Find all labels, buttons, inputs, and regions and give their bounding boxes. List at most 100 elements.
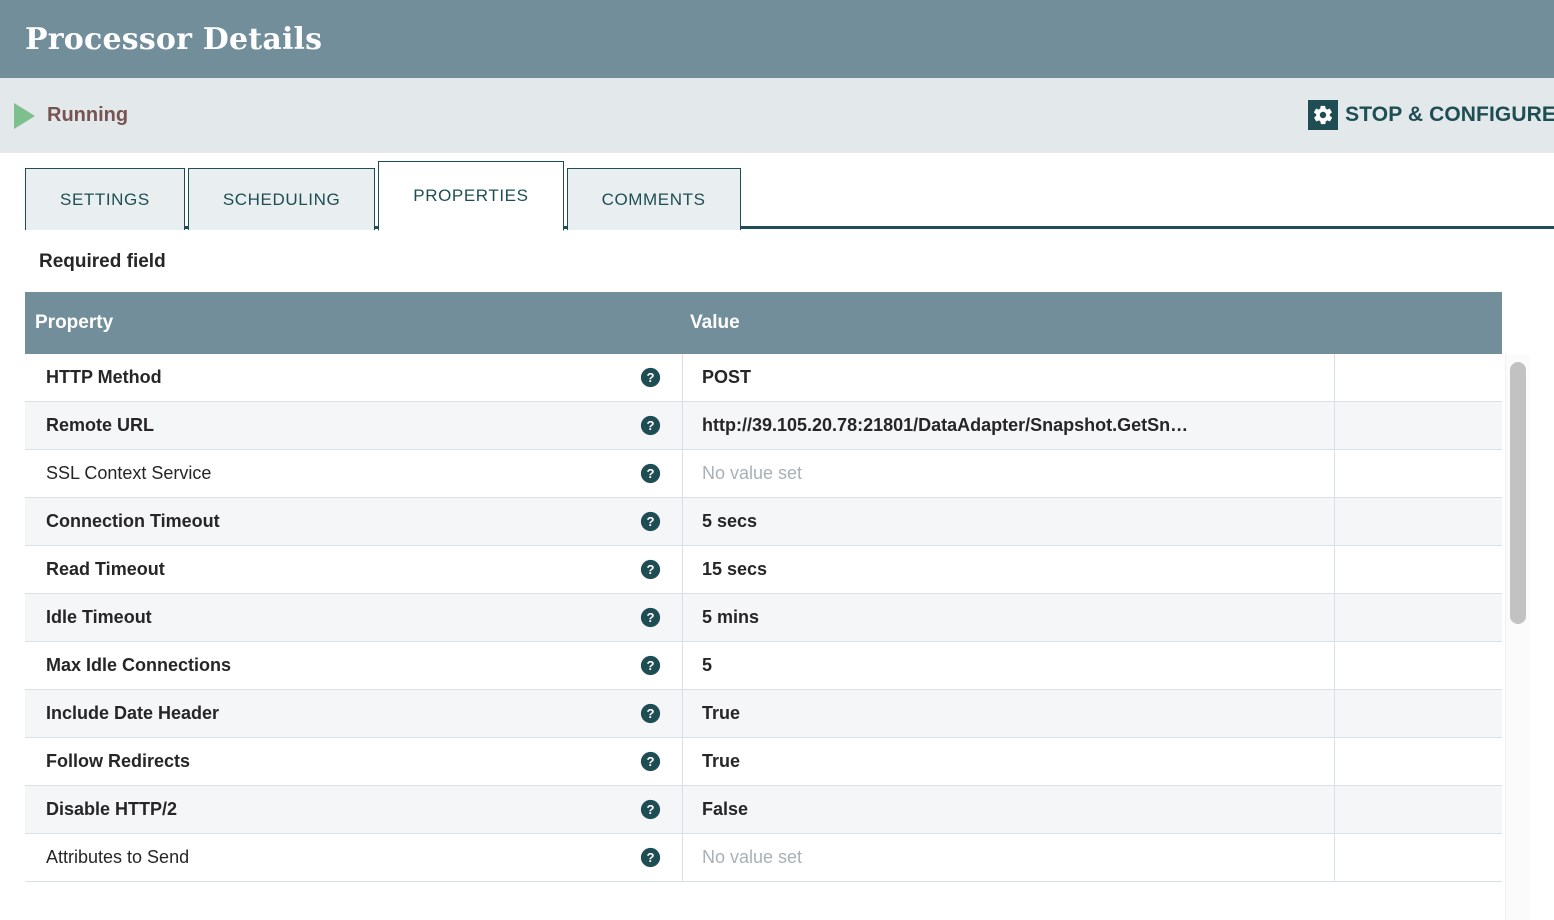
- property-value-cell[interactable]: No value set: [683, 834, 1335, 881]
- tab-properties-label: PROPERTIES: [413, 186, 529, 205]
- property-name-cell: Attributes to Send?: [25, 834, 683, 881]
- tab-scheduling[interactable]: SCHEDULING: [187, 168, 376, 230]
- svg-text:?: ?: [646, 754, 654, 769]
- processor-status-bar: Running STOP & CONFIGURE: [0, 78, 1554, 153]
- help-circle-icon[interactable]: ?: [640, 511, 661, 532]
- svg-text:?: ?: [646, 514, 654, 529]
- table-row[interactable]: Read Timeout? 15 secs: [25, 546, 1502, 594]
- property-value-cell[interactable]: 15 secs: [683, 546, 1335, 593]
- table-row[interactable]: Connection Timeout? 5 secs: [25, 498, 1502, 546]
- help-circle-icon[interactable]: ?: [640, 703, 661, 724]
- required-field-legend: Required field: [39, 251, 166, 272]
- help-circle-icon[interactable]: ?: [640, 559, 661, 580]
- help-circle-icon[interactable]: ?: [640, 463, 661, 484]
- property-name: Attributes to Send: [46, 847, 190, 867]
- property-value-cell[interactable]: POST: [683, 354, 1335, 401]
- table-row[interactable]: HTTP Method? POST: [25, 354, 1502, 402]
- property-value: No value set: [702, 463, 803, 483]
- property-value-cell[interactable]: 5: [683, 642, 1335, 689]
- stop-and-configure-button[interactable]: STOP & CONFIGURE: [1308, 100, 1554, 130]
- svg-text:?: ?: [646, 418, 654, 433]
- property-actions-cell: [1335, 690, 1502, 737]
- table-row[interactable]: SSL Context Service? No value set: [25, 450, 1502, 498]
- tab-bar: SETTINGS SCHEDULING PROPERTIES COMMENTS: [0, 153, 1554, 231]
- table-scrollbar-thumb[interactable]: [1510, 362, 1526, 624]
- property-value-cell[interactable]: No value set: [683, 450, 1335, 497]
- property-name: HTTP Method: [46, 367, 162, 387]
- tab-comments[interactable]: COMMENTS: [566, 168, 741, 230]
- tab-list: SETTINGS SCHEDULING PROPERTIES COMMENTS: [25, 153, 1554, 231]
- property-value: 5: [702, 655, 713, 675]
- property-value: POST: [702, 367, 752, 387]
- property-name-cell: Follow Redirects?: [25, 738, 683, 785]
- table-scrollbar[interactable]: [1505, 354, 1530, 920]
- help-circle-icon[interactable]: ?: [640, 655, 661, 676]
- property-name-cell: Idle Timeout?: [25, 594, 683, 641]
- svg-text:?: ?: [646, 802, 654, 817]
- property-actions-cell: [1335, 786, 1502, 833]
- property-value: True: [702, 751, 741, 771]
- property-value: http://39.105.20.78:21801/DataAdapter/Sn…: [702, 415, 1189, 435]
- property-actions-cell: [1335, 834, 1502, 881]
- status-group: Running: [14, 102, 129, 129]
- help-circle-icon[interactable]: ?: [640, 751, 661, 772]
- table-row[interactable]: Disable HTTP/2? False: [25, 786, 1502, 834]
- svg-text:?: ?: [646, 658, 654, 673]
- column-header-value: Value: [690, 312, 740, 333]
- svg-text:?: ?: [646, 370, 654, 385]
- property-name: SSL Context Service: [46, 463, 212, 483]
- help-circle-icon[interactable]: ?: [640, 367, 661, 388]
- property-value: 15 secs: [702, 559, 768, 579]
- property-value-cell[interactable]: 5 secs: [683, 498, 1335, 545]
- help-circle-icon[interactable]: ?: [640, 847, 661, 868]
- property-value-cell[interactable]: 5 mins: [683, 594, 1335, 641]
- property-value: False: [702, 799, 749, 819]
- property-name: Connection Timeout: [46, 511, 220, 531]
- property-name: Follow Redirects: [46, 751, 191, 771]
- help-circle-icon[interactable]: ?: [640, 799, 661, 820]
- run-status-label: Running: [47, 104, 129, 126]
- property-name: Include Date Header: [46, 703, 220, 723]
- tab-properties[interactable]: PROPERTIES: [378, 161, 564, 231]
- property-actions-cell: [1335, 642, 1502, 689]
- property-value-cell[interactable]: True: [683, 690, 1335, 737]
- property-name-cell: HTTP Method?: [25, 354, 683, 401]
- property-name-cell: Disable HTTP/2?: [25, 786, 683, 833]
- svg-text:?: ?: [646, 466, 654, 481]
- property-actions-cell: [1335, 402, 1502, 449]
- property-value: No value set: [702, 847, 803, 867]
- play-triangle-icon: [14, 102, 35, 129]
- table-header-row: Property Value: [25, 292, 1502, 354]
- table-row[interactable]: Idle Timeout? 5 mins: [25, 594, 1502, 642]
- table-row[interactable]: Max Idle Connections? 5: [25, 642, 1502, 690]
- properties-table: Property Value HTTP Method? POST Remote UR…: [25, 292, 1554, 920]
- table-row[interactable]: Follow Redirects? True: [25, 738, 1502, 786]
- table-row[interactable]: Remote URL? http://39.105.20.78:21801/Dat…: [25, 402, 1502, 450]
- tab-scheduling-label: SCHEDULING: [222, 189, 341, 209]
- property-name-cell: Read Timeout?: [25, 546, 683, 593]
- help-circle-icon[interactable]: ?: [640, 607, 661, 628]
- page-title: Processor Details: [25, 21, 323, 57]
- property-name-cell: SSL Context Service?: [25, 450, 683, 497]
- svg-text:?: ?: [646, 706, 654, 721]
- table-row[interactable]: Attributes to Send? No value set: [25, 834, 1502, 882]
- property-name: Remote URL: [46, 415, 155, 435]
- property-name-cell: Include Date Header?: [25, 690, 683, 737]
- property-actions-cell: [1335, 450, 1502, 497]
- property-value-cell[interactable]: http://39.105.20.78:21801/DataAdapter/Sn…: [683, 402, 1335, 449]
- svg-text:?: ?: [646, 610, 654, 625]
- property-value-cell[interactable]: True: [683, 738, 1335, 785]
- svg-text:?: ?: [646, 850, 654, 865]
- help-circle-icon[interactable]: ?: [640, 415, 661, 436]
- property-actions-cell: [1335, 594, 1502, 641]
- tab-settings[interactable]: SETTINGS: [25, 168, 185, 230]
- property-name-cell: Max Idle Connections?: [25, 642, 683, 689]
- property-value: 5 secs: [702, 511, 758, 531]
- property-value-cell[interactable]: False: [683, 786, 1335, 833]
- property-actions-cell: [1335, 546, 1502, 593]
- dialog-title-bar: Processor Details: [0, 0, 1554, 78]
- tab-comments-label: COMMENTS: [601, 189, 706, 209]
- property-name: Disable HTTP/2: [46, 799, 178, 819]
- property-name-cell: Connection Timeout?: [25, 498, 683, 545]
- table-row[interactable]: Include Date Header? True: [25, 690, 1502, 738]
